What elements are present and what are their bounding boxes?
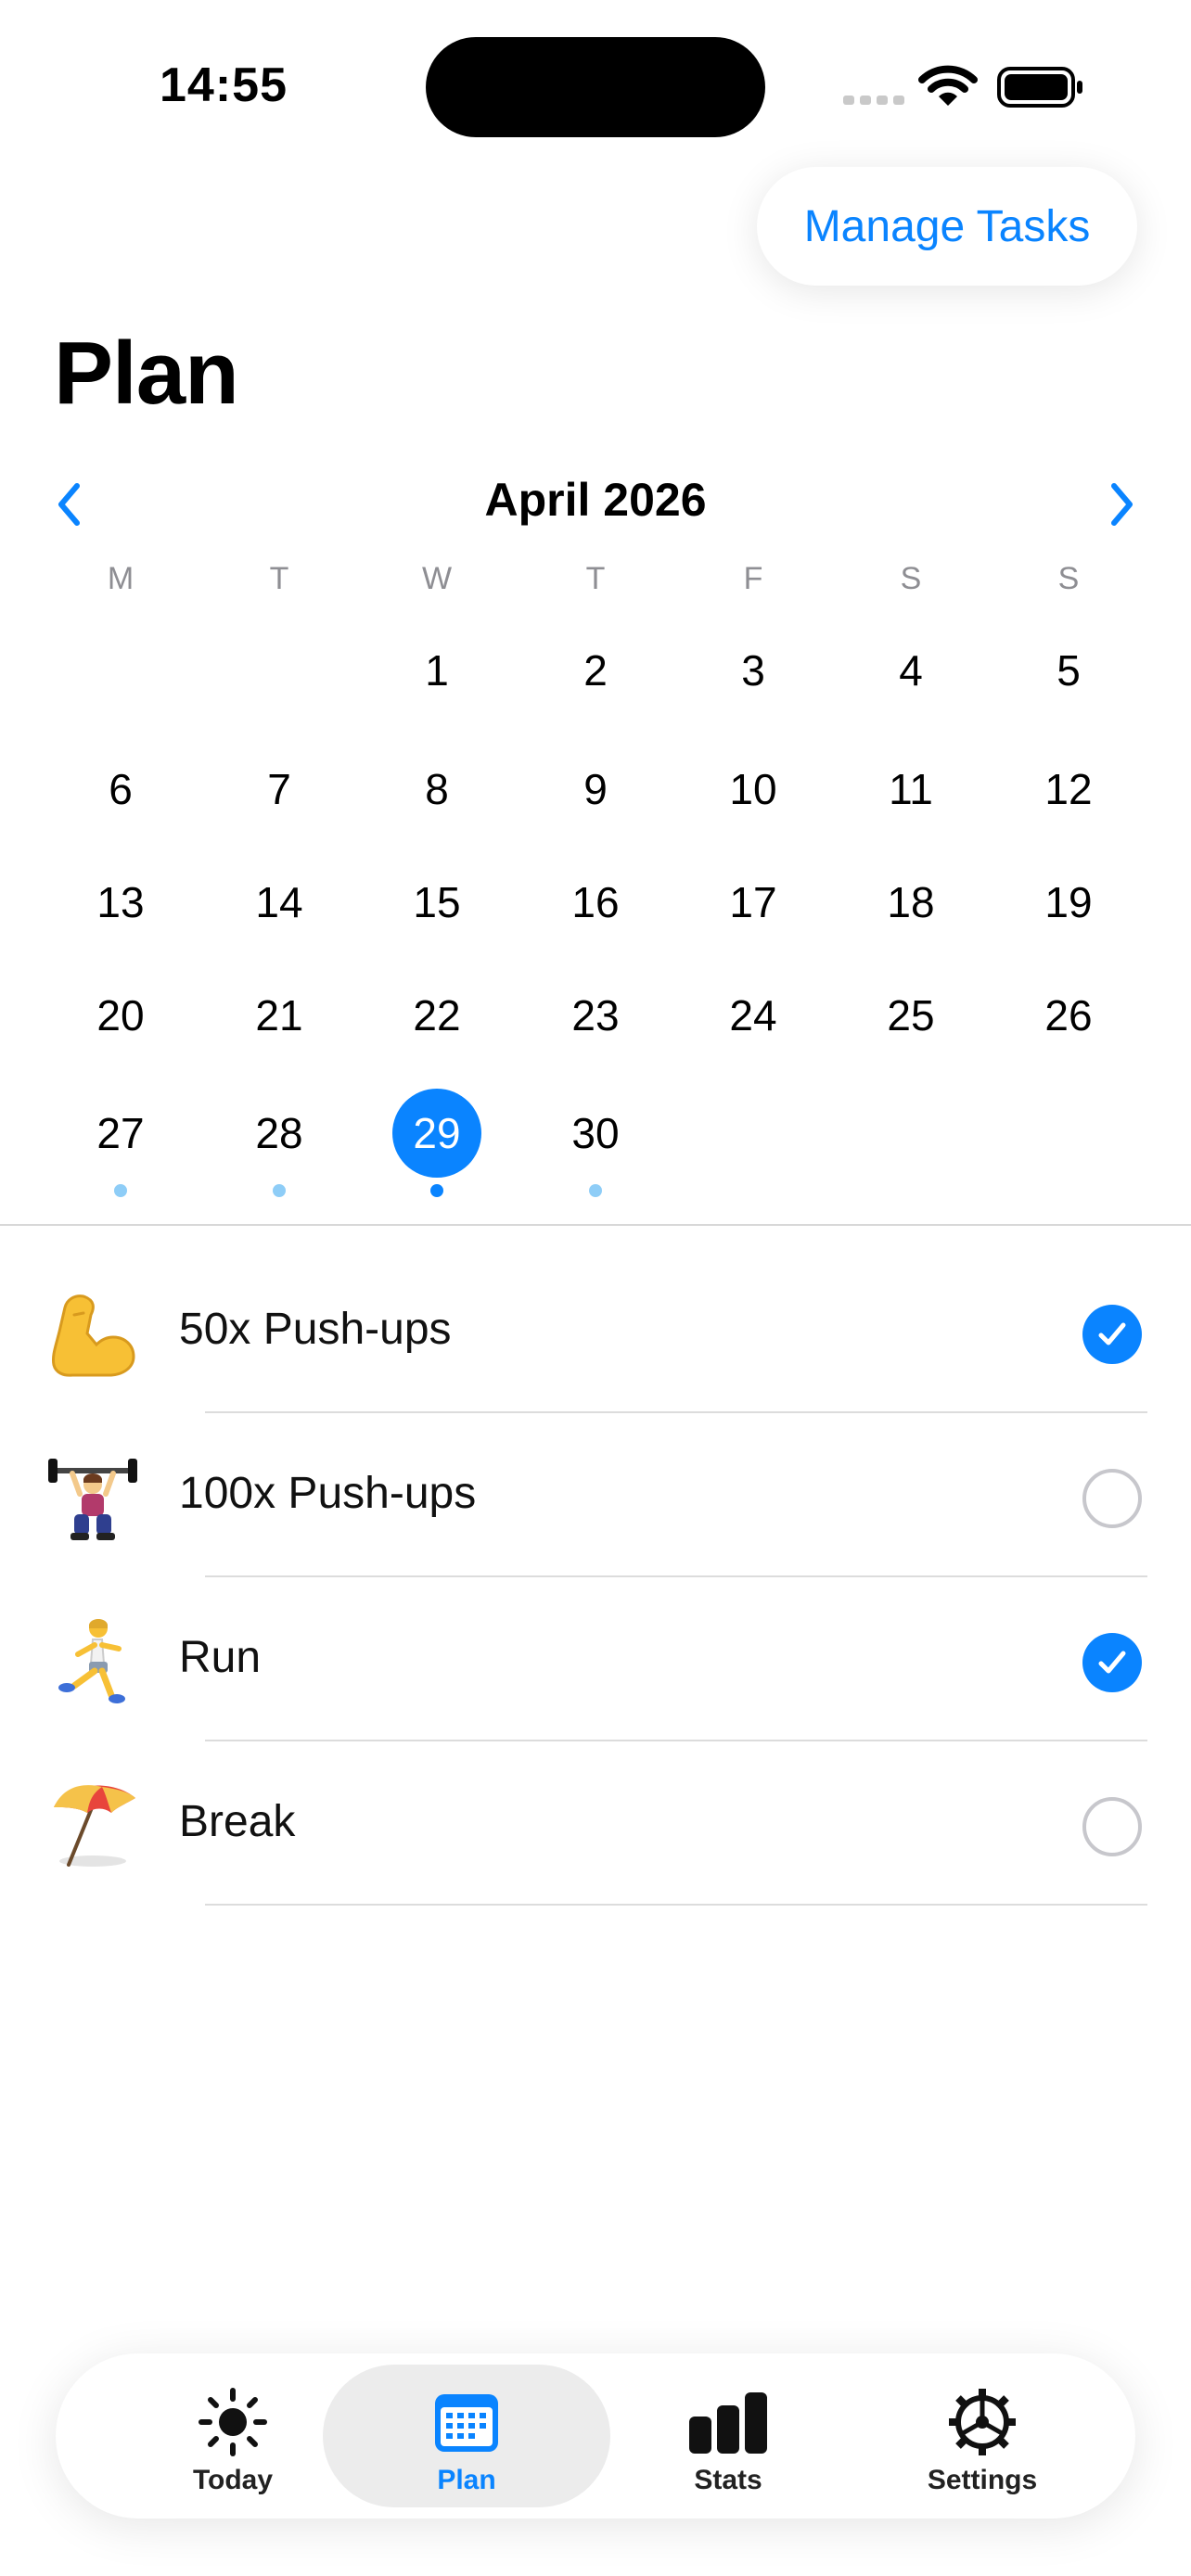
calendar-day[interactable]: 12 (1024, 745, 1113, 834)
beach-umbrella-icon (46, 1779, 139, 1872)
tab-label: Stats (694, 2465, 762, 2495)
calendar-day[interactable]: 28 (235, 1089, 324, 1178)
task-label: 50x Push-ups (179, 1305, 452, 1354)
tab-stats[interactable]: Stats (584, 2365, 872, 2507)
tab-bar: Today Plan Stats Settings (56, 2353, 1135, 2519)
calendar-day[interactable]: 8 (392, 745, 481, 834)
calendar-divider (0, 1224, 1191, 1226)
status-time: 14:55 (160, 58, 288, 112)
calendar-day[interactable]: 30 (551, 1089, 640, 1178)
cellular-signal-icon (843, 93, 910, 109)
gear-icon (839, 2385, 1126, 2459)
calendar-day[interactable]: 18 (866, 858, 955, 947)
task-row[interactable]: 50x Push-ups (0, 1248, 1191, 1413)
task-label: Run (179, 1633, 262, 1682)
weekday-label: S (1057, 561, 1080, 596)
weight-lifter-icon (46, 1451, 139, 1544)
weekday-label: F (743, 561, 763, 596)
month-navigation: April 2026 (0, 464, 1191, 547)
calendar-day[interactable]: 24 (709, 971, 798, 1060)
calendar-day[interactable]: 21 (235, 971, 324, 1060)
month-label: April 2026 (484, 474, 707, 526)
calendar-day[interactable]: 5 (1024, 626, 1113, 715)
calendar-day[interactable]: 3 (709, 626, 798, 715)
chevron-right-icon[interactable] (1098, 477, 1145, 532)
calendar-day[interactable]: 13 (76, 858, 165, 947)
runner-icon (46, 1615, 139, 1708)
manage-tasks-button[interactable]: Manage Tasks (757, 167, 1137, 286)
page-title: Plan (54, 324, 239, 423)
task-label: Break (179, 1797, 296, 1846)
status-bar: 14:55 (0, 0, 1191, 167)
tab-plan[interactable]: Plan (323, 2365, 610, 2507)
calendar-day[interactable]: 25 (866, 971, 955, 1060)
tab-settings[interactable]: Settings (839, 2365, 1126, 2507)
task-indicator-dot (589, 1184, 602, 1197)
tab-label: Plan (437, 2465, 496, 2495)
calendar-day[interactable]: 2 (551, 626, 640, 715)
task-row[interactable]: Run (0, 1576, 1191, 1741)
calendar-day[interactable]: 6 (76, 745, 165, 834)
calendar-day[interactable]: 15 (392, 858, 481, 947)
task-indicator-dot (430, 1184, 443, 1197)
calendar-day[interactable]: 11 (866, 745, 955, 834)
empty-circle-icon[interactable] (1082, 1469, 1142, 1528)
dynamic-island (426, 37, 765, 137)
calendar-day-selected[interactable]: 29 (392, 1089, 481, 1178)
weekday-label: M (107, 561, 134, 596)
calendar-day[interactable]: 23 (551, 971, 640, 1060)
checkmark-circle-icon[interactable] (1082, 1633, 1142, 1692)
calendar-day[interactable]: 10 (709, 745, 798, 834)
weekday-label: T (269, 561, 289, 596)
calendar-day[interactable]: 9 (551, 745, 640, 834)
calendar-day[interactable]: 17 (709, 858, 798, 947)
calendar-day[interactable]: 7 (235, 745, 324, 834)
calendar-day[interactable]: 26 (1024, 971, 1113, 1060)
task-divider (205, 1904, 1147, 1906)
calendar-icon (323, 2385, 610, 2459)
weekday-label: S (900, 561, 922, 596)
calendar-day[interactable]: 20 (76, 971, 165, 1060)
task-row[interactable]: 100x Push-ups (0, 1412, 1191, 1577)
task-indicator-dot (273, 1184, 286, 1197)
calendar-day[interactable]: 14 (235, 858, 324, 947)
calendar-day[interactable]: 4 (866, 626, 955, 715)
empty-circle-icon[interactable] (1082, 1797, 1142, 1856)
calendar-day[interactable]: 22 (392, 971, 481, 1060)
calendar-day[interactable]: 16 (551, 858, 640, 947)
tab-label: Settings (927, 2465, 1038, 2495)
task-label: 100x Push-ups (179, 1469, 477, 1518)
calendar-day[interactable]: 1 (392, 626, 481, 715)
bar-chart-icon (584, 2385, 872, 2459)
calendar-day[interactable]: 19 (1024, 858, 1113, 947)
flexed-biceps-icon (46, 1287, 139, 1380)
task-indicator-dot (114, 1184, 127, 1197)
calendar-day[interactable]: 27 (76, 1089, 165, 1178)
battery-icon (997, 67, 1082, 108)
weekday-label: T (585, 561, 606, 596)
task-row[interactable]: Break (0, 1741, 1191, 1906)
weekday-label: W (421, 561, 453, 596)
checkmark-circle-icon[interactable] (1082, 1305, 1142, 1364)
wifi-icon (918, 65, 978, 106)
